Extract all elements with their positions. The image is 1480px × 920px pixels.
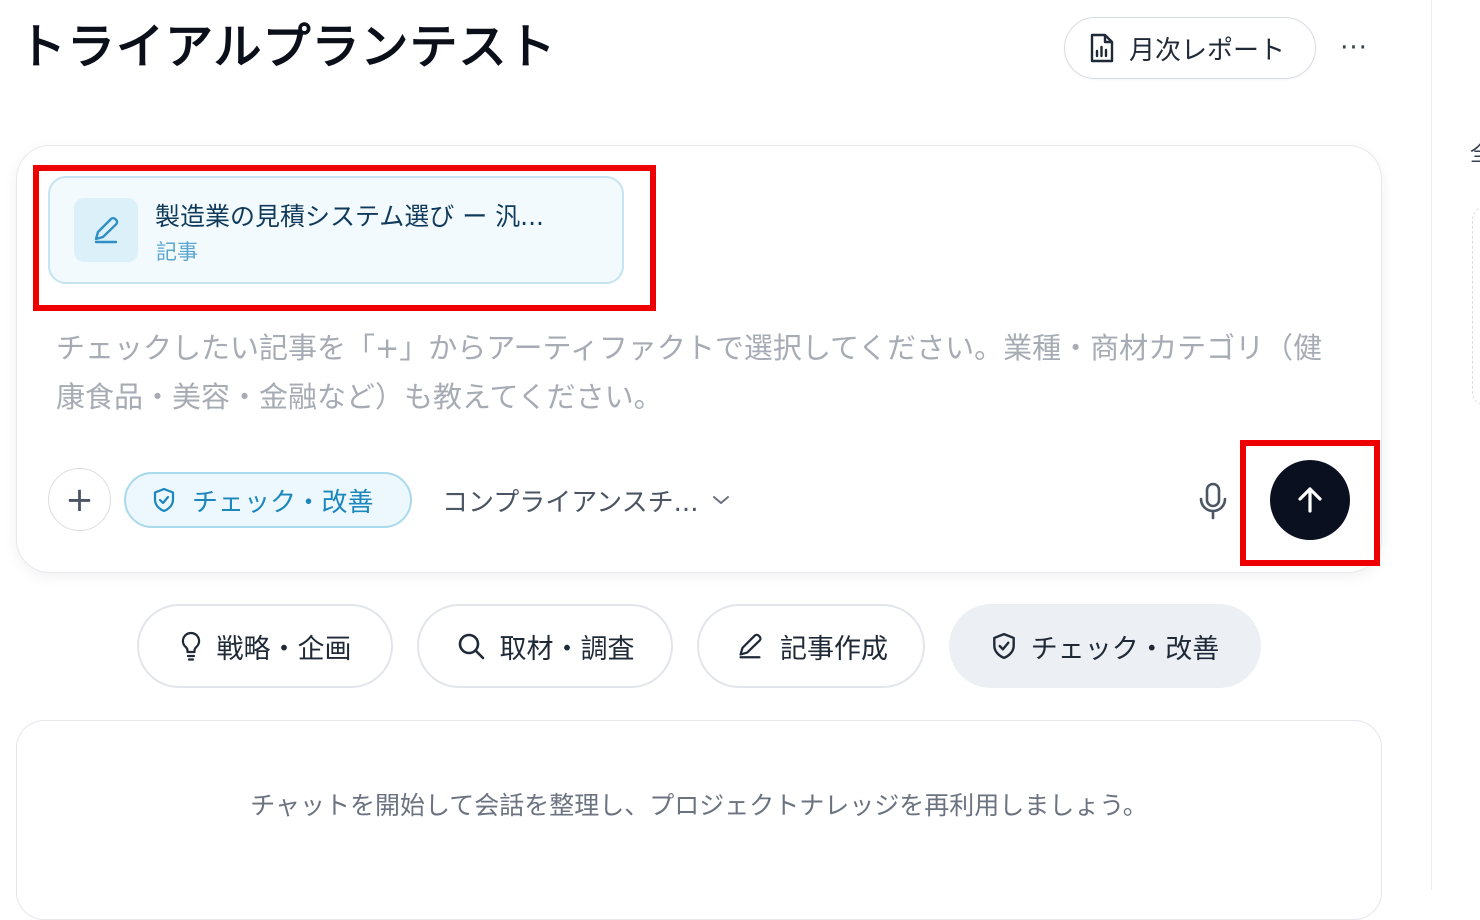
chevron-down-icon [712, 494, 730, 506]
mode-chip-check[interactable]: チェック・改善 [124, 472, 412, 528]
shield-check-icon [991, 632, 1017, 660]
mode-pill-writing[interactable]: 記事作成 [697, 604, 925, 688]
more-options-button[interactable]: ··· [1334, 28, 1374, 68]
highlight-box-send [1240, 440, 1380, 566]
shield-check-icon [152, 487, 176, 513]
lightbulb-icon [179, 630, 203, 662]
mode-pill-check[interactable]: チェック・改善 [949, 604, 1261, 688]
add-artifact-button[interactable]: + [48, 468, 111, 531]
pencil-icon [734, 630, 766, 662]
monthly-report-label: 月次レポート [1129, 35, 1286, 66]
right-panel-heading: 全 [1470, 136, 1480, 168]
mode-pill-label: 取材・調査 [499, 633, 635, 665]
mode-pill-label: チェック・改善 [1030, 633, 1220, 665]
mode-pill-label: 記事作成 [780, 633, 888, 665]
compliance-select-label: コンプライアンスチ... [442, 487, 699, 518]
right-panel-card [1472, 206, 1480, 406]
mode-pill-research[interactable]: 取材・調査 [417, 604, 673, 688]
compliance-select[interactable]: コンプライアンスチ... [442, 480, 730, 520]
monthly-report-button[interactable]: 月次レポート [1064, 17, 1316, 79]
mode-chip-label: チェック・改善 [192, 487, 374, 518]
file-chart-icon [1089, 33, 1115, 63]
mode-pill-label: 戦略・企画 [216, 633, 352, 665]
microphone-icon [1198, 481, 1228, 521]
plus-icon: + [65, 479, 94, 520]
microphone-button[interactable] [1190, 478, 1236, 524]
right-panel-divider [1431, 0, 1432, 890]
message-input[interactable]: チェックしたい記事を「+」からアーティファクトで選択してください。業種・商材カテ… [56, 324, 1346, 422]
highlight-box-artifact [33, 165, 656, 311]
empty-chat-message: チャットを開始して会話を整理し、プロジェクトナレッジを再利用しましょう。 [250, 791, 1148, 820]
search-icon [456, 631, 486, 661]
page-title: トライアルプランテスト [18, 19, 557, 75]
mode-pill-strategy[interactable]: 戦略・企画 [137, 604, 393, 688]
more-dots-icon: ··· [1340, 33, 1368, 63]
